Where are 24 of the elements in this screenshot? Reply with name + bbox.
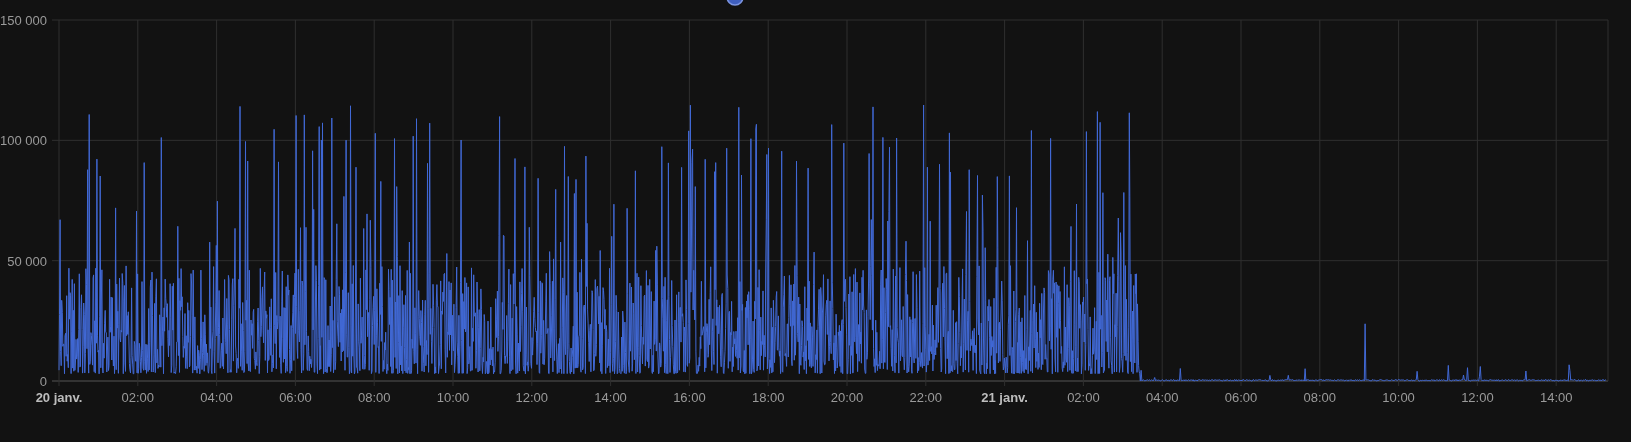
x-axis-label: 12:00 [1461, 390, 1494, 405]
x-axis-label: 10:00 [1382, 390, 1415, 405]
x-axis-label: 10:00 [436, 390, 470, 405]
x-axis-label: 18:00 [751, 390, 785, 405]
x-axis-label: 12:00 [515, 390, 549, 405]
x-axis-label: 16:00 [673, 390, 706, 405]
x-axis-label: 21 janv. [981, 390, 1028, 405]
x-axis-label: 04:00 [200, 390, 233, 405]
x-axis-label: 08:00 [357, 390, 391, 405]
x-axis-label: 06:00 [279, 390, 312, 405]
x-axis-label: 04:00 [1145, 390, 1179, 405]
x-axis-label: 02:00 [121, 390, 155, 405]
y-axis-label: 50 000 [7, 253, 47, 269]
x-axis-label: 06:00 [1224, 390, 1258, 405]
y-axis-label: 100 000 [0, 133, 47, 149]
x-axis-label: 20 janv. [35, 390, 83, 405]
x-axis-label: 02:00 [1067, 390, 1100, 405]
y-axis-label: 150 000 [0, 13, 47, 28]
x-axis-label: 08:00 [1303, 390, 1337, 405]
x-axis-label: 20:00 [830, 390, 864, 405]
x-axis-label: 14:00 [1539, 390, 1573, 405]
x-axis-label: 22:00 [909, 390, 943, 405]
x-axis-label: 14:00 [594, 390, 627, 405]
y-axis-label: 0 [39, 374, 47, 389]
